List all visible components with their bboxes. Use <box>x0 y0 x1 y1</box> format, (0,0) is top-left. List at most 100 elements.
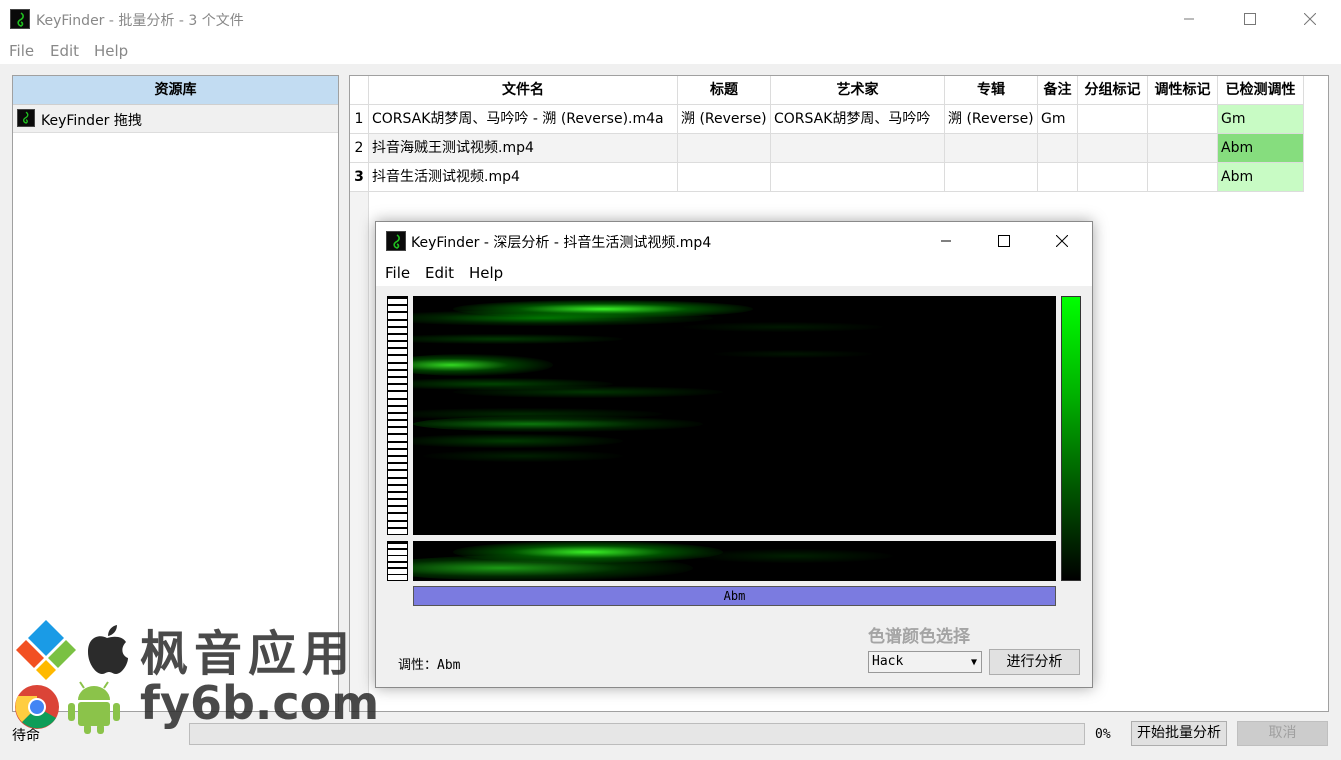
color-scheme-label: 色谱颜色选择 <box>868 627 970 647</box>
maximize-button[interactable] <box>1227 4 1273 34</box>
piano-key <box>388 411 407 414</box>
table-cell-artist[interactable] <box>771 163 945 192</box>
close-icon <box>1304 13 1316 25</box>
progress-percent: 0% <box>1095 727 1111 742</box>
windows-logo-icon <box>16 620 76 680</box>
table-cell-filename[interactable]: 抖音生活测试视频.mp4 <box>369 163 678 192</box>
library-item-keyfinder-drag[interactable]: KeyFinder 拖拽 <box>13 105 338 133</box>
table-cell-album[interactable]: 溯 (Reverse) <box>945 105 1038 134</box>
table-cell-comment[interactable]: Gm <box>1038 105 1078 134</box>
piano-key <box>388 383 407 386</box>
piano-key <box>388 318 407 321</box>
piano-key <box>388 332 407 335</box>
piano-key <box>388 476 407 479</box>
spectrogram-main <box>413 296 1056 535</box>
piano-key <box>388 490 407 493</box>
piano-keyboard-main <box>387 296 408 535</box>
table-cell-title[interactable] <box>678 163 771 192</box>
piano-key <box>388 404 407 407</box>
piano-key <box>388 361 407 364</box>
table-cell-detected-key[interactable]: Abm <box>1218 163 1304 192</box>
piano-key <box>388 512 407 515</box>
piano-key <box>388 297 407 299</box>
title-bar: KeyFinder - 批量分析 - 3 个文件 <box>0 0 1341 38</box>
piano-key <box>388 304 407 307</box>
table-cell-comment[interactable] <box>1038 134 1078 163</box>
key-result-bar: Abm <box>413 586 1056 606</box>
piano-key <box>388 505 407 508</box>
library-item-label: KeyFinder 拖拽 <box>41 113 142 129</box>
piano-key <box>388 347 407 350</box>
run-analysis-button[interactable]: 进行分析 <box>989 649 1080 675</box>
minimize-icon <box>941 240 951 242</box>
column-header-grouping[interactable]: 分组标记 <box>1078 76 1148 105</box>
menu-help[interactable]: Help <box>94 42 128 60</box>
cancel-button[interactable]: 取消 <box>1237 721 1328 746</box>
column-header-album[interactable]: 专辑 <box>945 76 1038 105</box>
piano-key <box>388 455 407 457</box>
column-header-title[interactable]: 标题 <box>678 76 771 105</box>
table-cell-comment[interactable] <box>1038 163 1078 192</box>
keyfinder-app-icon <box>386 231 406 251</box>
watermark-brand: 枫音应用 <box>140 626 357 682</box>
dialog-maximize-button[interactable] <box>981 226 1027 256</box>
column-header-key-tag[interactable]: 调性标记 <box>1148 76 1218 105</box>
close-button[interactable] <box>1287 4 1333 34</box>
table-cell-title[interactable] <box>678 134 771 163</box>
table-cell-filename[interactable]: 抖音海贼王测试视频.mp4 <box>369 134 678 163</box>
minimize-button[interactable] <box>1166 4 1212 34</box>
color-scheme-selected: Hack <box>872 654 904 669</box>
dialog-title: KeyFinder - 深层分析 - 抖音生活测试视频.mp4 <box>411 235 712 251</box>
table-cell-key-tag[interactable] <box>1148 105 1218 134</box>
piano-keyboard-chroma <box>387 541 408 581</box>
piano-key <box>388 419 407 422</box>
column-header-comment[interactable]: 备注 <box>1038 76 1078 105</box>
maximize-icon <box>998 235 1010 247</box>
table-cell-grouping[interactable] <box>1078 105 1148 134</box>
table-cell-title[interactable]: 溯 (Reverse) <box>678 105 771 134</box>
apple-icon <box>88 625 128 674</box>
table-cell-filename[interactable]: CORSAK胡梦周、马吟吟 - 溯 (Reverse).m4a <box>369 105 678 134</box>
piano-key <box>388 311 407 314</box>
table-cell-grouping[interactable] <box>1078 134 1148 163</box>
row-number: 2 <box>350 134 369 163</box>
column-header-artist[interactable]: 艺术家 <box>771 76 945 105</box>
library-header: 资源库 <box>13 76 338 105</box>
table-cell-album[interactable] <box>945 134 1038 163</box>
table-cell-detected-key[interactable]: Gm <box>1218 105 1304 134</box>
table-corner <box>350 76 369 105</box>
piano-key <box>388 340 407 343</box>
color-scheme-select[interactable]: Hack ▼ <box>868 651 982 673</box>
table-cell-detected-key[interactable]: Abm <box>1218 134 1304 163</box>
piano-key <box>388 376 407 378</box>
table-cell-artist[interactable] <box>771 134 945 163</box>
column-header-filename[interactable]: 文件名 <box>369 76 678 105</box>
piano-key <box>388 542 407 544</box>
dialog-menu-help[interactable]: Help <box>469 264 503 282</box>
dialog-menu-file[interactable]: File <box>385 264 410 282</box>
piano-key <box>388 426 407 429</box>
dialog-menu-bar: File Edit Help <box>376 260 1092 286</box>
piano-key <box>388 483 407 486</box>
table-cell-key-tag[interactable] <box>1148 163 1218 192</box>
menu-bar: File Edit Help <box>0 38 1341 64</box>
piano-key <box>388 526 407 529</box>
table-cell-album[interactable] <box>945 163 1038 192</box>
android-icon <box>68 681 120 734</box>
start-batch-analysis-button[interactable]: 开始批量分析 <box>1131 721 1227 746</box>
menu-file[interactable]: File <box>9 42 34 60</box>
result-key-label: 调性：Abm <box>398 658 461 673</box>
piano-key <box>388 440 407 443</box>
menu-edit[interactable]: Edit <box>50 42 79 60</box>
dialog-title-bar: KeyFinder - 深层分析 - 抖音生活测试视频.mp4 <box>376 222 1092 260</box>
dialog-menu-edit[interactable]: Edit <box>425 264 454 282</box>
table-cell-artist[interactable]: CORSAK胡梦周、马吟吟 <box>771 105 945 134</box>
dialog-close-button[interactable] <box>1039 226 1085 256</box>
piano-key <box>388 447 407 450</box>
table-cell-grouping[interactable] <box>1078 163 1148 192</box>
piano-key <box>388 469 407 472</box>
table-cell-key-tag[interactable] <box>1148 134 1218 163</box>
dialog-minimize-button[interactable] <box>923 226 969 256</box>
column-header-detected-key[interactable]: 已检测调性 <box>1218 76 1304 105</box>
piano-key <box>388 390 407 393</box>
